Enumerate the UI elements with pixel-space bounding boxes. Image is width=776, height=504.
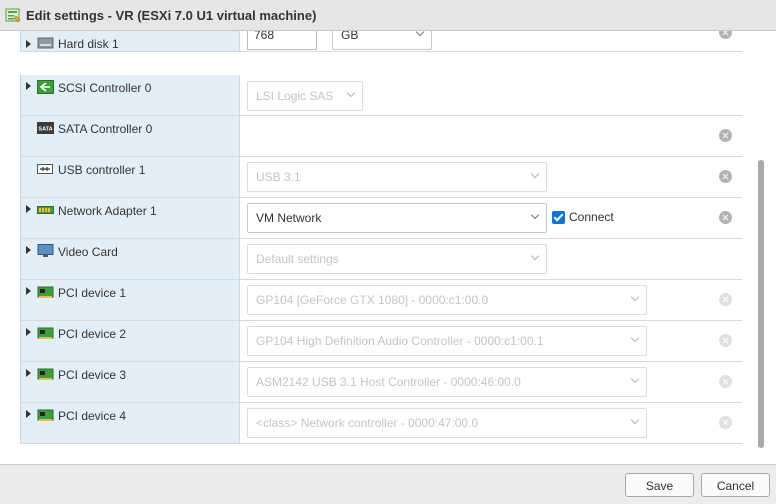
device-row-pci-device: PCI device 2 GP104 High Definition Audio… bbox=[20, 321, 742, 362]
device-label: PCI device 1 bbox=[58, 286, 127, 300]
network-select[interactable]: VM Network bbox=[247, 203, 547, 233]
device-row-network-adapter: Network Adapter 1 VM Network Connect bbox=[20, 198, 742, 239]
vertical-scrollbar[interactable] bbox=[758, 160, 764, 448]
sata-icon-text: SATA bbox=[38, 127, 52, 133]
dialog-title: Edit settings - VR (ESXi 7.0 U1 virtual … bbox=[26, 8, 317, 23]
usb-type-select[interactable]: USB 3.1 bbox=[247, 162, 547, 192]
remove-device-icon[interactable] bbox=[719, 31, 732, 39]
network-adapter-icon bbox=[37, 206, 54, 214]
device-row-video-card: Video Card Default settings bbox=[20, 239, 742, 280]
remove-device-icon[interactable] bbox=[719, 129, 732, 142]
device-label: Hard disk 1 bbox=[58, 37, 119, 51]
video-card-select[interactable]: Default settings bbox=[247, 244, 547, 274]
device-label: SCSI Controller 0 bbox=[58, 81, 152, 95]
pci-device-icon bbox=[37, 409, 54, 421]
device-label-cell: SCSI Controller 0 bbox=[20, 75, 240, 115]
sata-controller-icon: SATA bbox=[37, 122, 54, 134]
disk-unit-value: GB bbox=[341, 31, 359, 42]
expand-arrow-icon[interactable] bbox=[26, 287, 31, 295]
monitor-icon bbox=[37, 244, 54, 257]
device-row-pci-device: PCI device 4 <class> Network controller … bbox=[20, 403, 742, 444]
expand-arrow-icon[interactable] bbox=[26, 328, 31, 336]
chevron-down-icon bbox=[630, 415, 640, 425]
usb-type-value: USB 3.1 bbox=[256, 170, 301, 184]
device-label-cell: PCI device 3 bbox=[20, 362, 240, 402]
expand-arrow-icon[interactable] bbox=[26, 40, 31, 48]
device-label: SATA Controller 0 bbox=[58, 122, 153, 136]
chevron-down-icon bbox=[346, 88, 356, 98]
pci-device-select[interactable]: <class> Network controller - 0000:47:00.… bbox=[247, 408, 647, 438]
chevron-down-icon bbox=[415, 31, 425, 37]
device-label-cell: USB controller 1 bbox=[20, 157, 240, 197]
scsi-type-select[interactable]: LSI Logic SAS bbox=[247, 81, 363, 111]
chevron-down-icon bbox=[630, 292, 640, 302]
device-label: PCI device 3 bbox=[58, 368, 127, 382]
device-row-scsi-controller: SCSI Controller 0 LSI Logic SAS bbox=[20, 75, 742, 116]
device-label: Network Adapter 1 bbox=[58, 204, 157, 218]
device-row-pci-device: PCI device 1 GP104 [GeForce GTX 1080] - … bbox=[20, 280, 742, 321]
chevron-down-icon bbox=[630, 333, 640, 343]
expand-arrow-icon[interactable] bbox=[26, 82, 31, 90]
expand-arrow-icon[interactable] bbox=[26, 205, 31, 213]
virtual-hardware-list[interactable]: Hard disk 1 768 GB SCSI Controller 0 LSI… bbox=[0, 31, 776, 464]
disk-size-input[interactable]: 768 bbox=[247, 31, 317, 50]
connect-label[interactable]: Connect bbox=[569, 210, 614, 224]
remove-device-icon[interactable] bbox=[719, 375, 732, 388]
scsi-controller-icon bbox=[37, 80, 54, 94]
scsi-type-value: LSI Logic SAS bbox=[256, 89, 334, 103]
device-label: PCI device 4 bbox=[58, 409, 127, 423]
device-label-cell: SATA SATA Controller 0 bbox=[20, 116, 240, 156]
device-label: Video Card bbox=[58, 245, 118, 259]
vm-settings-icon bbox=[5, 8, 21, 23]
device-label: USB controller 1 bbox=[58, 163, 146, 177]
connect-checkbox[interactable] bbox=[552, 211, 565, 224]
pci-device-icon bbox=[37, 327, 54, 339]
chevron-down-icon bbox=[530, 210, 540, 220]
expand-arrow-icon[interactable] bbox=[26, 369, 31, 377]
device-label-cell: Video Card bbox=[20, 239, 240, 279]
device-label-cell: PCI device 1 bbox=[20, 280, 240, 320]
network-value: VM Network bbox=[256, 211, 322, 225]
pci-device-value: GP104 High Definition Audio Controller -… bbox=[256, 334, 544, 348]
device-label-cell: Hard disk 1 bbox=[20, 31, 240, 51]
pci-device-value: GP104 [GeForce GTX 1080] - 0000:c1:00.0 bbox=[256, 293, 489, 307]
video-card-value: Default settings bbox=[256, 252, 339, 266]
remove-device-icon[interactable] bbox=[719, 293, 732, 306]
remove-device-icon[interactable] bbox=[719, 211, 732, 224]
disk-size-unit-select[interactable]: GB bbox=[332, 31, 432, 50]
device-label-cell: Network Adapter 1 bbox=[20, 198, 240, 238]
pci-device-select[interactable]: GP104 High Definition Audio Controller -… bbox=[247, 326, 647, 356]
hard-disk-icon bbox=[37, 37, 54, 49]
remove-device-icon[interactable] bbox=[719, 334, 732, 347]
pci-device-value: <class> Network controller - 0000:47:00.… bbox=[256, 416, 479, 430]
usb-icon bbox=[37, 164, 53, 174]
device-label: PCI device 2 bbox=[58, 327, 127, 341]
chevron-down-icon bbox=[530, 251, 540, 261]
device-row-sata-controller: SATA SATA Controller 0 bbox=[20, 116, 742, 157]
remove-device-icon[interactable] bbox=[719, 416, 732, 429]
cancel-button[interactable]: Cancel bbox=[701, 473, 770, 497]
pci-device-select[interactable]: GP104 [GeForce GTX 1080] - 0000:c1:00.0 bbox=[247, 285, 647, 315]
expand-arrow-icon[interactable] bbox=[26, 410, 31, 418]
dialog-footer: Save Cancel bbox=[0, 464, 776, 504]
device-row-hard-disk: Hard disk 1 768 GB bbox=[20, 31, 742, 52]
device-label-cell: PCI device 4 bbox=[20, 403, 240, 443]
pci-device-value: ASM2142 USB 3.1 Host Controller - 0000:4… bbox=[256, 375, 521, 389]
dialog-title-bar: Edit settings - VR (ESXi 7.0 U1 virtual … bbox=[0, 0, 776, 31]
device-row-pci-device: PCI device 3 ASM2142 USB 3.1 Host Contro… bbox=[20, 362, 742, 403]
pci-device-icon bbox=[37, 286, 54, 298]
pci-device-icon bbox=[37, 368, 54, 380]
pci-device-select[interactable]: ASM2142 USB 3.1 Host Controller - 0000:4… bbox=[247, 367, 647, 397]
chevron-down-icon bbox=[630, 374, 640, 384]
device-label-cell: PCI device 2 bbox=[20, 321, 240, 361]
save-button[interactable]: Save bbox=[625, 473, 694, 497]
expand-arrow-icon[interactable] bbox=[26, 246, 31, 254]
device-row-usb-controller: USB controller 1 USB 3.1 bbox=[20, 157, 742, 198]
remove-device-icon[interactable] bbox=[719, 170, 732, 183]
chevron-down-icon bbox=[530, 169, 540, 179]
